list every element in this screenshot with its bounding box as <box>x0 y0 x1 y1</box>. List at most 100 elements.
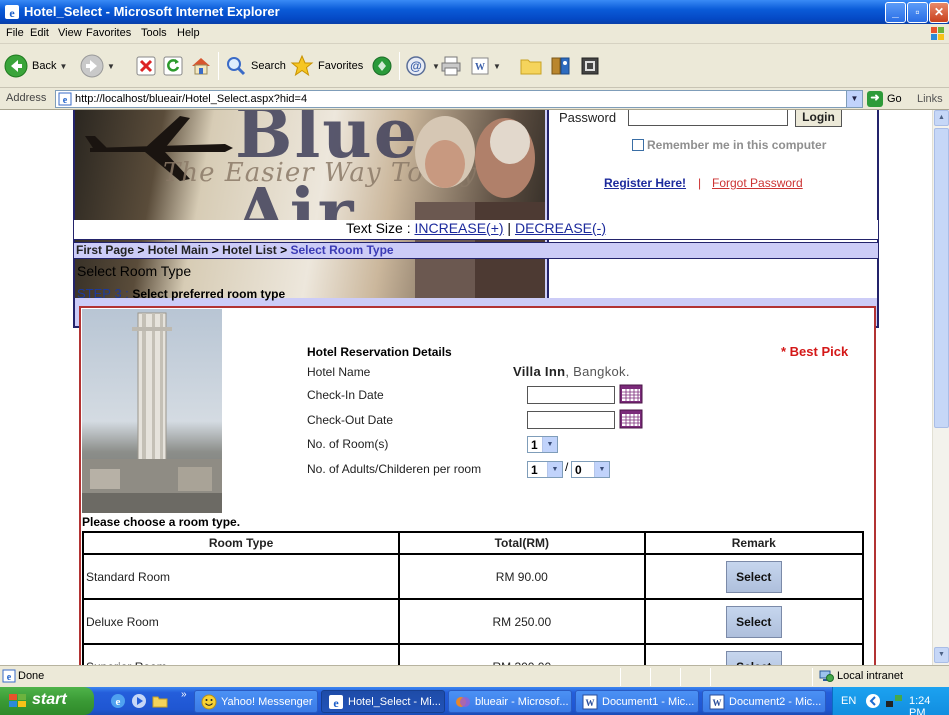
calendar-icon[interactable] <box>619 409 643 429</box>
search-button[interactable]: Search <box>225 50 286 82</box>
address-bar: Address e http://localhost/blueair/Hotel… <box>0 88 949 110</box>
task-document2[interactable]: W Document2 - Mic... <box>702 690 826 713</box>
maximize-button[interactable]: ▫ <box>907 2 928 23</box>
text-size-increase-link[interactable]: INCREASE(+) <box>414 220 503 236</box>
status-text: Done <box>18 670 45 682</box>
adults-select[interactable]: 1 ▼ <box>527 461 563 478</box>
research-button[interactable] <box>550 50 572 82</box>
best-pick-label: * Best Pick <box>781 344 849 359</box>
close-button[interactable]: ✕ <box>929 2 949 23</box>
quick-launch-more-icon[interactable]: » <box>181 689 187 700</box>
folder-button[interactable] <box>520 50 542 82</box>
go-button[interactable]: ➜ Go <box>867 91 902 107</box>
reservation-panel: Hotel Reservation Details * Best Pick Ho… <box>79 306 876 665</box>
menu-help[interactable]: Help <box>177 27 200 39</box>
menu-favorites[interactable]: Favorites <box>86 27 131 39</box>
table-row: Superior Room RM 300.00 Select <box>81 643 864 665</box>
password-input[interactable] <box>628 110 788 126</box>
hotel-photo <box>82 309 222 513</box>
svg-text:@: @ <box>410 59 422 73</box>
task-blueair[interactable]: blueair - Microsof... <box>448 690 572 713</box>
quick-launch-folder-icon[interactable] <box>152 693 168 709</box>
select-room-button[interactable]: Select <box>725 605 782 638</box>
breadcrumb-hotel-main[interactable]: Hotel Main <box>148 243 209 257</box>
breadcrumb-first-page[interactable]: First Page <box>76 243 134 257</box>
language-indicator[interactable]: EN <box>841 695 856 707</box>
check-out-date-input[interactable] <box>527 411 615 429</box>
links-button[interactable]: Links <box>917 93 943 105</box>
word-document-icon: W <box>582 694 598 710</box>
remember-me-checkbox[interactable] <box>632 139 644 151</box>
media-button[interactable] <box>371 50 393 82</box>
svg-text:W: W <box>713 698 722 708</box>
windows-logo-icon <box>931 27 944 40</box>
scroll-up-button[interactable]: ▲ <box>934 110 949 126</box>
quick-launch-media-icon[interactable] <box>131 693 147 709</box>
messenger-icon <box>581 57 599 75</box>
chevron-down-icon: ▼ <box>59 61 68 71</box>
refresh-button[interactable] <box>163 50 183 82</box>
svg-text:e: e <box>9 6 15 20</box>
task-document1[interactable]: W Document1 - Mic... <box>575 690 699 713</box>
menu-bar: File Edit View Favorites Tools Help <box>0 24 949 44</box>
rooms-select[interactable]: 1 ▼ <box>527 436 558 453</box>
step-text: Select preferred room type <box>132 287 286 301</box>
menu-tools[interactable]: Tools <box>141 27 167 39</box>
scroll-down-button[interactable]: ▼ <box>934 647 949 663</box>
check-in-date-input[interactable] <box>527 386 615 404</box>
forgot-password-link[interactable]: Forgot Password <box>712 176 803 190</box>
stop-button[interactable] <box>136 50 156 82</box>
breadcrumb-hotel-list[interactable]: Hotel List <box>222 243 277 257</box>
children-select[interactable]: 0 ▼ <box>571 461 610 478</box>
print-button[interactable] <box>440 50 462 82</box>
chevron-down-icon: ▼ <box>542 437 557 452</box>
vertical-scrollbar[interactable]: ▲ ▼ <box>932 110 949 665</box>
refresh-icon <box>163 56 183 76</box>
address-input[interactable]: e http://localhost/blueair/Hotel_Select.… <box>55 90 863 108</box>
task-yahoo-messenger[interactable]: Yahoo! Messenger <box>194 690 318 713</box>
media-icon <box>372 56 392 76</box>
favorites-button[interactable]: Favorites <box>290 50 363 82</box>
calendar-icon[interactable] <box>619 384 643 404</box>
quick-launch-ie-icon[interactable]: e <box>110 693 126 709</box>
choose-room-label: Please choose a room type. <box>82 515 241 529</box>
chevron-down-icon: ▼ <box>594 462 609 477</box>
start-button[interactable]: start <box>0 687 94 715</box>
address-dropdown-button[interactable]: ▼ <box>846 91 862 107</box>
chevron-down-icon: ▼ <box>547 462 562 477</box>
stop-icon <box>136 56 156 76</box>
chevron-down-icon: ▼ <box>432 61 440 71</box>
menu-file[interactable]: File <box>6 27 24 39</box>
column-header-remark: Remark <box>643 531 864 555</box>
login-button[interactable]: Login <box>795 110 842 127</box>
reservation-details-title: Hotel Reservation Details <box>307 345 452 359</box>
scroll-thumb[interactable] <box>934 128 949 428</box>
menu-edit[interactable]: Edit <box>30 27 49 39</box>
edit-button[interactable]: W ▼ <box>470 50 501 82</box>
svg-text:W: W <box>475 62 485 73</box>
tray-back-icon[interactable] <box>865 693 881 709</box>
room-type-cell: Superior Room <box>81 643 401 665</box>
network-icon[interactable] <box>885 693 903 709</box>
breadcrumb-separator: > <box>208 243 223 257</box>
adults-children-label: No. of Adults/Childeren per room <box>307 462 482 476</box>
rooms-label: No. of Room(s) <box>307 437 389 451</box>
home-button[interactable] <box>190 50 212 82</box>
text-size-decrease-link[interactable]: DECREASE(-) <box>515 220 606 236</box>
window-title-bar[interactable]: e Hotel_Select - Microsoft Internet Expl… <box>0 0 949 24</box>
room-remark-cell: Select <box>643 643 864 665</box>
register-link[interactable]: Register Here! <box>604 176 686 190</box>
minimize-button[interactable]: _ <box>885 2 906 23</box>
room-type-cell: Deluxe Room <box>81 598 401 645</box>
task-hotel-select[interactable]: e Hotel_Select - Mi... <box>321 690 445 713</box>
select-room-button[interactable]: Select <box>725 560 782 593</box>
messenger-button[interactable] <box>580 50 600 82</box>
back-button[interactable]: Back ▼ <box>4 50 67 82</box>
word-document-icon: W <box>471 57 489 75</box>
research-icon <box>551 57 570 75</box>
mail-button[interactable]: @ ▼ <box>405 50 440 82</box>
menu-view[interactable]: View <box>58 27 82 39</box>
forward-button[interactable]: ▼ <box>80 50 115 82</box>
select-room-button[interactable]: Select <box>725 650 782 665</box>
breadcrumb-separator: > <box>276 243 291 257</box>
